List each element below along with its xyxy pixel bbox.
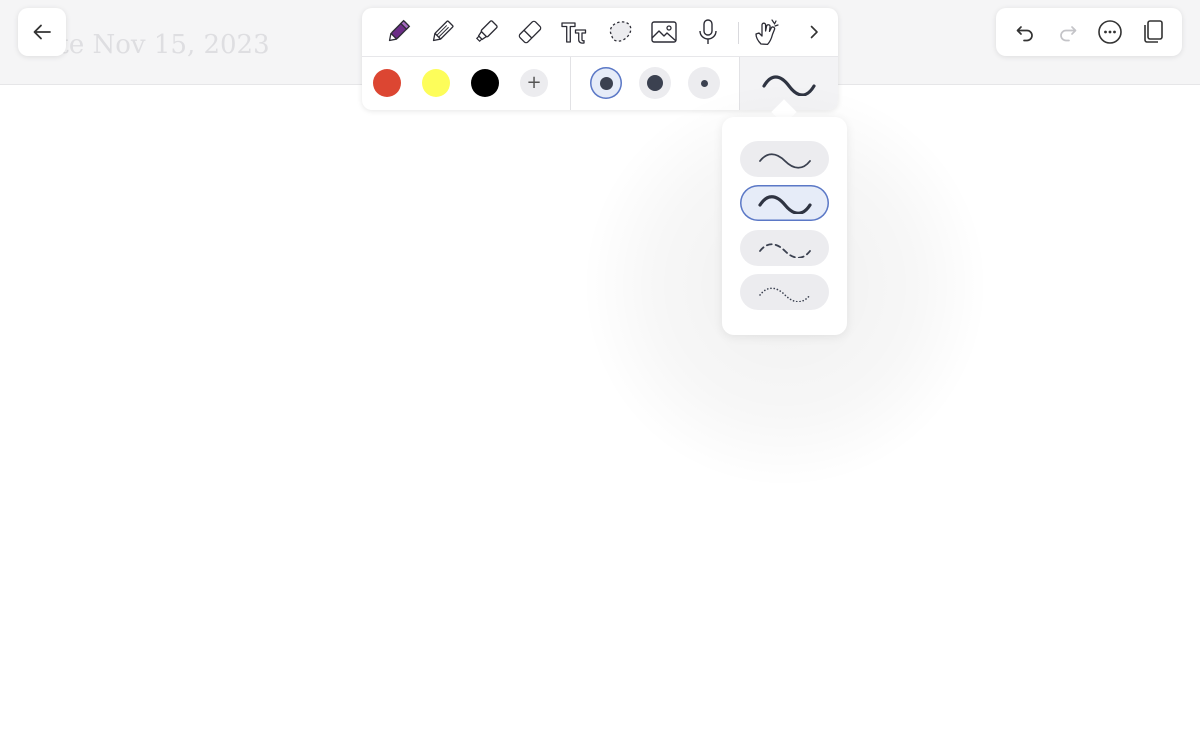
more-button[interactable] [1092,14,1128,50]
touch-draw-tool[interactable] [751,16,783,48]
stroke-style-dotted[interactable] [740,274,829,310]
highlighter-tool[interactable] [470,16,502,48]
pen-icon [383,17,413,47]
stroke-size-large[interactable] [639,67,671,99]
stroke-style-popover [722,117,847,335]
touch-draw-icon [752,17,782,47]
microphone-icon [693,17,723,47]
eraser-tool[interactable] [514,16,546,48]
stroke-style-thin[interactable] [740,141,829,177]
tool-row [362,8,838,57]
chevron-right-icon [805,23,823,41]
redo-button[interactable] [1050,14,1086,50]
arrow-left-icon [31,21,53,43]
stroke-style-dashed[interactable] [740,230,829,266]
lasso-tool[interactable] [604,16,636,48]
color-swatch-red[interactable] [373,69,401,97]
pages-icon [1141,19,1165,45]
image-tool[interactable] [648,16,680,48]
more-tools-button[interactable] [798,16,830,48]
stroke-size-dot [700,79,708,87]
audio-tool[interactable] [692,16,724,48]
image-icon [649,17,679,47]
back-button[interactable] [18,8,66,56]
color-swatch-black[interactable] [471,69,499,97]
undo-icon [1014,21,1036,43]
stroke-size-medium[interactable] [590,67,622,99]
pen-tool[interactable] [382,16,414,48]
stroke-size-dot [647,75,663,91]
color-swatch-yellow[interactable] [422,69,450,97]
stroke-thin-icon [757,149,813,169]
undo-button[interactable] [1007,14,1043,50]
more-icon [1097,19,1123,45]
tool-divider [738,22,739,44]
pages-button[interactable] [1135,14,1171,50]
stroke-dotted-icon [757,282,813,302]
pencil-tool[interactable] [426,16,458,48]
redo-icon [1057,21,1079,43]
stroke-size-dot [599,76,613,90]
eraser-icon [515,17,545,47]
pencil-icon [427,17,457,47]
document-actions [996,8,1182,56]
add-color-button[interactable]: + [520,69,548,97]
options-divider [570,57,571,110]
stroke-style-bold[interactable] [740,185,829,221]
stroke-dashed-icon [757,238,813,258]
stroke-bold-icon [757,192,813,214]
lasso-icon [605,17,635,47]
text-tool[interactable] [559,16,591,48]
highlighter-icon [471,17,501,47]
text-tool-icon [560,17,590,47]
